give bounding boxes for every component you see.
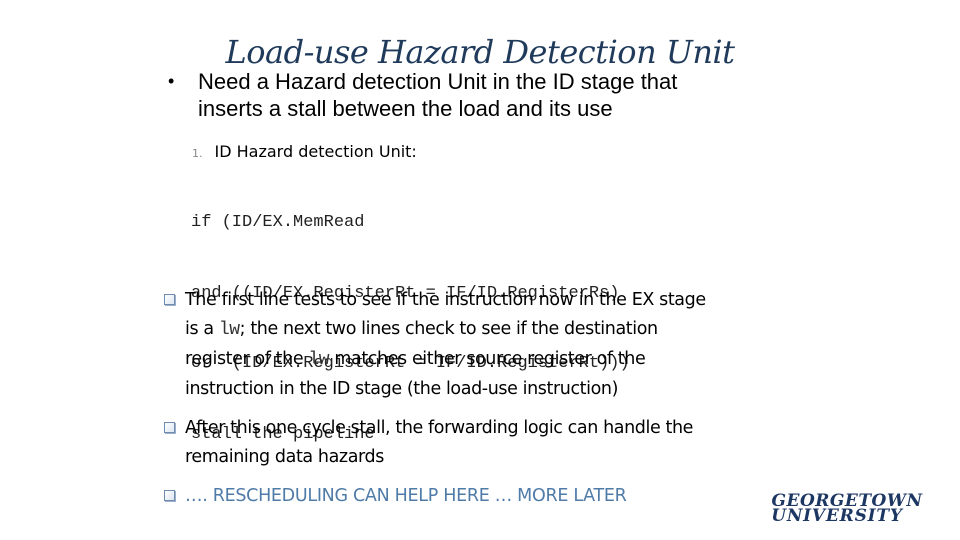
bullet-item: The first line tests to see if the instr… bbox=[164, 286, 804, 404]
bullet-dot-icon: • bbox=[168, 71, 175, 91]
checkbox-bullet-icon bbox=[164, 490, 175, 501]
slide-title: Load-use Hazard Detection Unit bbox=[0, 32, 960, 72]
text-segment: register of the bbox=[185, 349, 309, 369]
bullet-line: After this one cycle stall, the forwardi… bbox=[185, 418, 694, 438]
code-lw: lw bbox=[308, 350, 330, 370]
main-bullet: • Need a Hazard detection Unit in the ID… bbox=[168, 68, 808, 122]
main-bullet-line-2: inserts a stall between the load and its… bbox=[198, 96, 613, 121]
bullet-line: register of the lw matches either source… bbox=[185, 345, 804, 375]
bullet-line: is a lw; the next two lines check to see… bbox=[185, 315, 804, 345]
numbered-item: 1. ID Hazard detection Unit: bbox=[192, 141, 417, 165]
text-segment: is a bbox=[185, 319, 219, 339]
item-number: 1. bbox=[192, 147, 203, 160]
bullet-item: After this one cycle stall, the forwardi… bbox=[164, 414, 804, 472]
bullet-line: remaining data hazards bbox=[185, 447, 384, 467]
main-bullet-line-1: Need a Hazard detection Unit in the ID s… bbox=[198, 69, 678, 94]
text-segment: matches either source register of the bbox=[329, 349, 646, 369]
checkbox-bullet-icon bbox=[164, 422, 175, 433]
code-line: if (ID/EX.MemRead bbox=[191, 213, 365, 232]
georgetown-logo: GEORGETOWN UNIVERSITY bbox=[752, 493, 942, 525]
item-label: ID Hazard detection Unit: bbox=[214, 142, 417, 161]
code-lw: lw bbox=[218, 320, 240, 340]
bullet-line: …. RESCHEDULING CAN HELP HERE … MORE LAT… bbox=[185, 486, 627, 506]
bullet-item: …. RESCHEDULING CAN HELP HERE … MORE LAT… bbox=[164, 482, 804, 511]
bullet-line: The first line tests to see if the instr… bbox=[185, 290, 706, 310]
text-segment: ; the next two lines check to see if the… bbox=[239, 319, 658, 339]
bullet-line: instruction in the ID stage (the load-us… bbox=[185, 379, 619, 399]
logo-line-2: UNIVERSITY bbox=[771, 506, 903, 526]
bullet-list: The first line tests to see if the instr… bbox=[164, 286, 804, 511]
checkbox-bullet-icon bbox=[164, 294, 175, 305]
slide-title-text: Load-use Hazard Detection Unit bbox=[225, 33, 735, 71]
